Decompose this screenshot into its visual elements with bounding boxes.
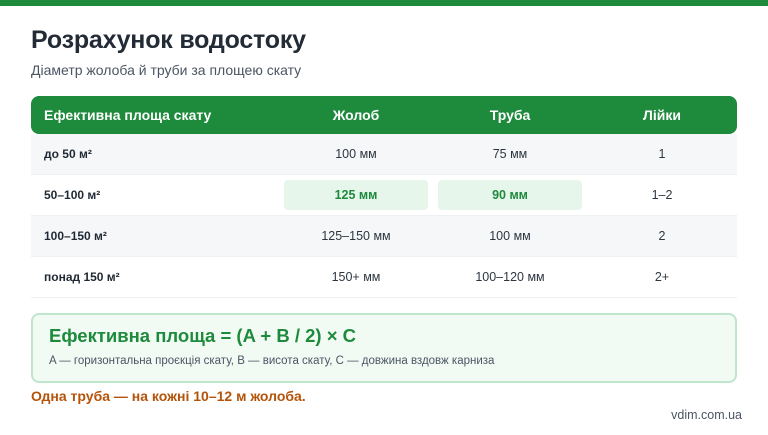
table-row: 100–150 м² 125–150 мм 100 мм 2 [31,216,737,257]
table-row: понад 150 м² 150+ мм 100–120 мм 2+ [31,257,737,298]
cell-gutter: 150+ мм [331,270,381,284]
header-pipe: Труба [489,107,531,123]
cell-area: до 50 м² [44,147,92,161]
highlighted-pipe-value: 90 мм [438,180,582,210]
cell-gutter: 100 мм [335,147,377,161]
site-credit: vdim.com.ua [671,408,742,422]
cell-area: понад 150 м² [44,270,120,284]
table-row: до 50 м² 100 мм 75 мм 1 [31,134,737,175]
table-header: Ефективна площа скату Жолоб Труба Лійки [31,96,737,134]
cell-gutter: 125 мм [279,180,433,210]
table-row-highlighted: 50–100 м² 125 мм 90 мм 1–2 [31,175,737,216]
cell-pipe: 75 мм [492,147,528,161]
cell-area: 100–150 м² [44,229,107,243]
formula-callout: Ефективна площа = (A + B / 2) × C A — го… [31,313,737,383]
cell-funnels: 1 [658,147,666,161]
page-subtitle: Діаметр жолоба й труби за площею скату [31,62,302,78]
formula-title: Ефективна площа = (A + B / 2) × C [49,325,357,346]
cell-funnels: 2+ [654,270,670,284]
cell-area: 50–100 м² [44,188,101,202]
cell-funnels: 1–2 [651,188,673,202]
pipe-spacing-note: Одна труба — на кожні 10–12 м жолоба. [31,388,306,404]
formula-description: A — горизонтальна проєкція скату, B — ви… [49,355,495,367]
cell-funnels: 2 [658,229,666,243]
highlighted-gutter-value: 125 мм [284,180,428,210]
cell-pipe: 100 мм [489,229,531,243]
cell-gutter: 125–150 мм [321,229,391,243]
cell-pipe: 100–120 мм [475,270,545,284]
page-title: Розрахунок водостоку [31,26,306,54]
gutter-size-table: Ефективна площа скату Жолоб Труба Лійки … [31,96,737,298]
header-funnels: Лійки [643,107,681,123]
top-accent-bar [0,0,768,6]
cell-pipe: 90 мм [433,180,587,210]
header-area: Ефективна площа скату [44,107,212,123]
header-gutter: Жолоб [332,107,380,123]
